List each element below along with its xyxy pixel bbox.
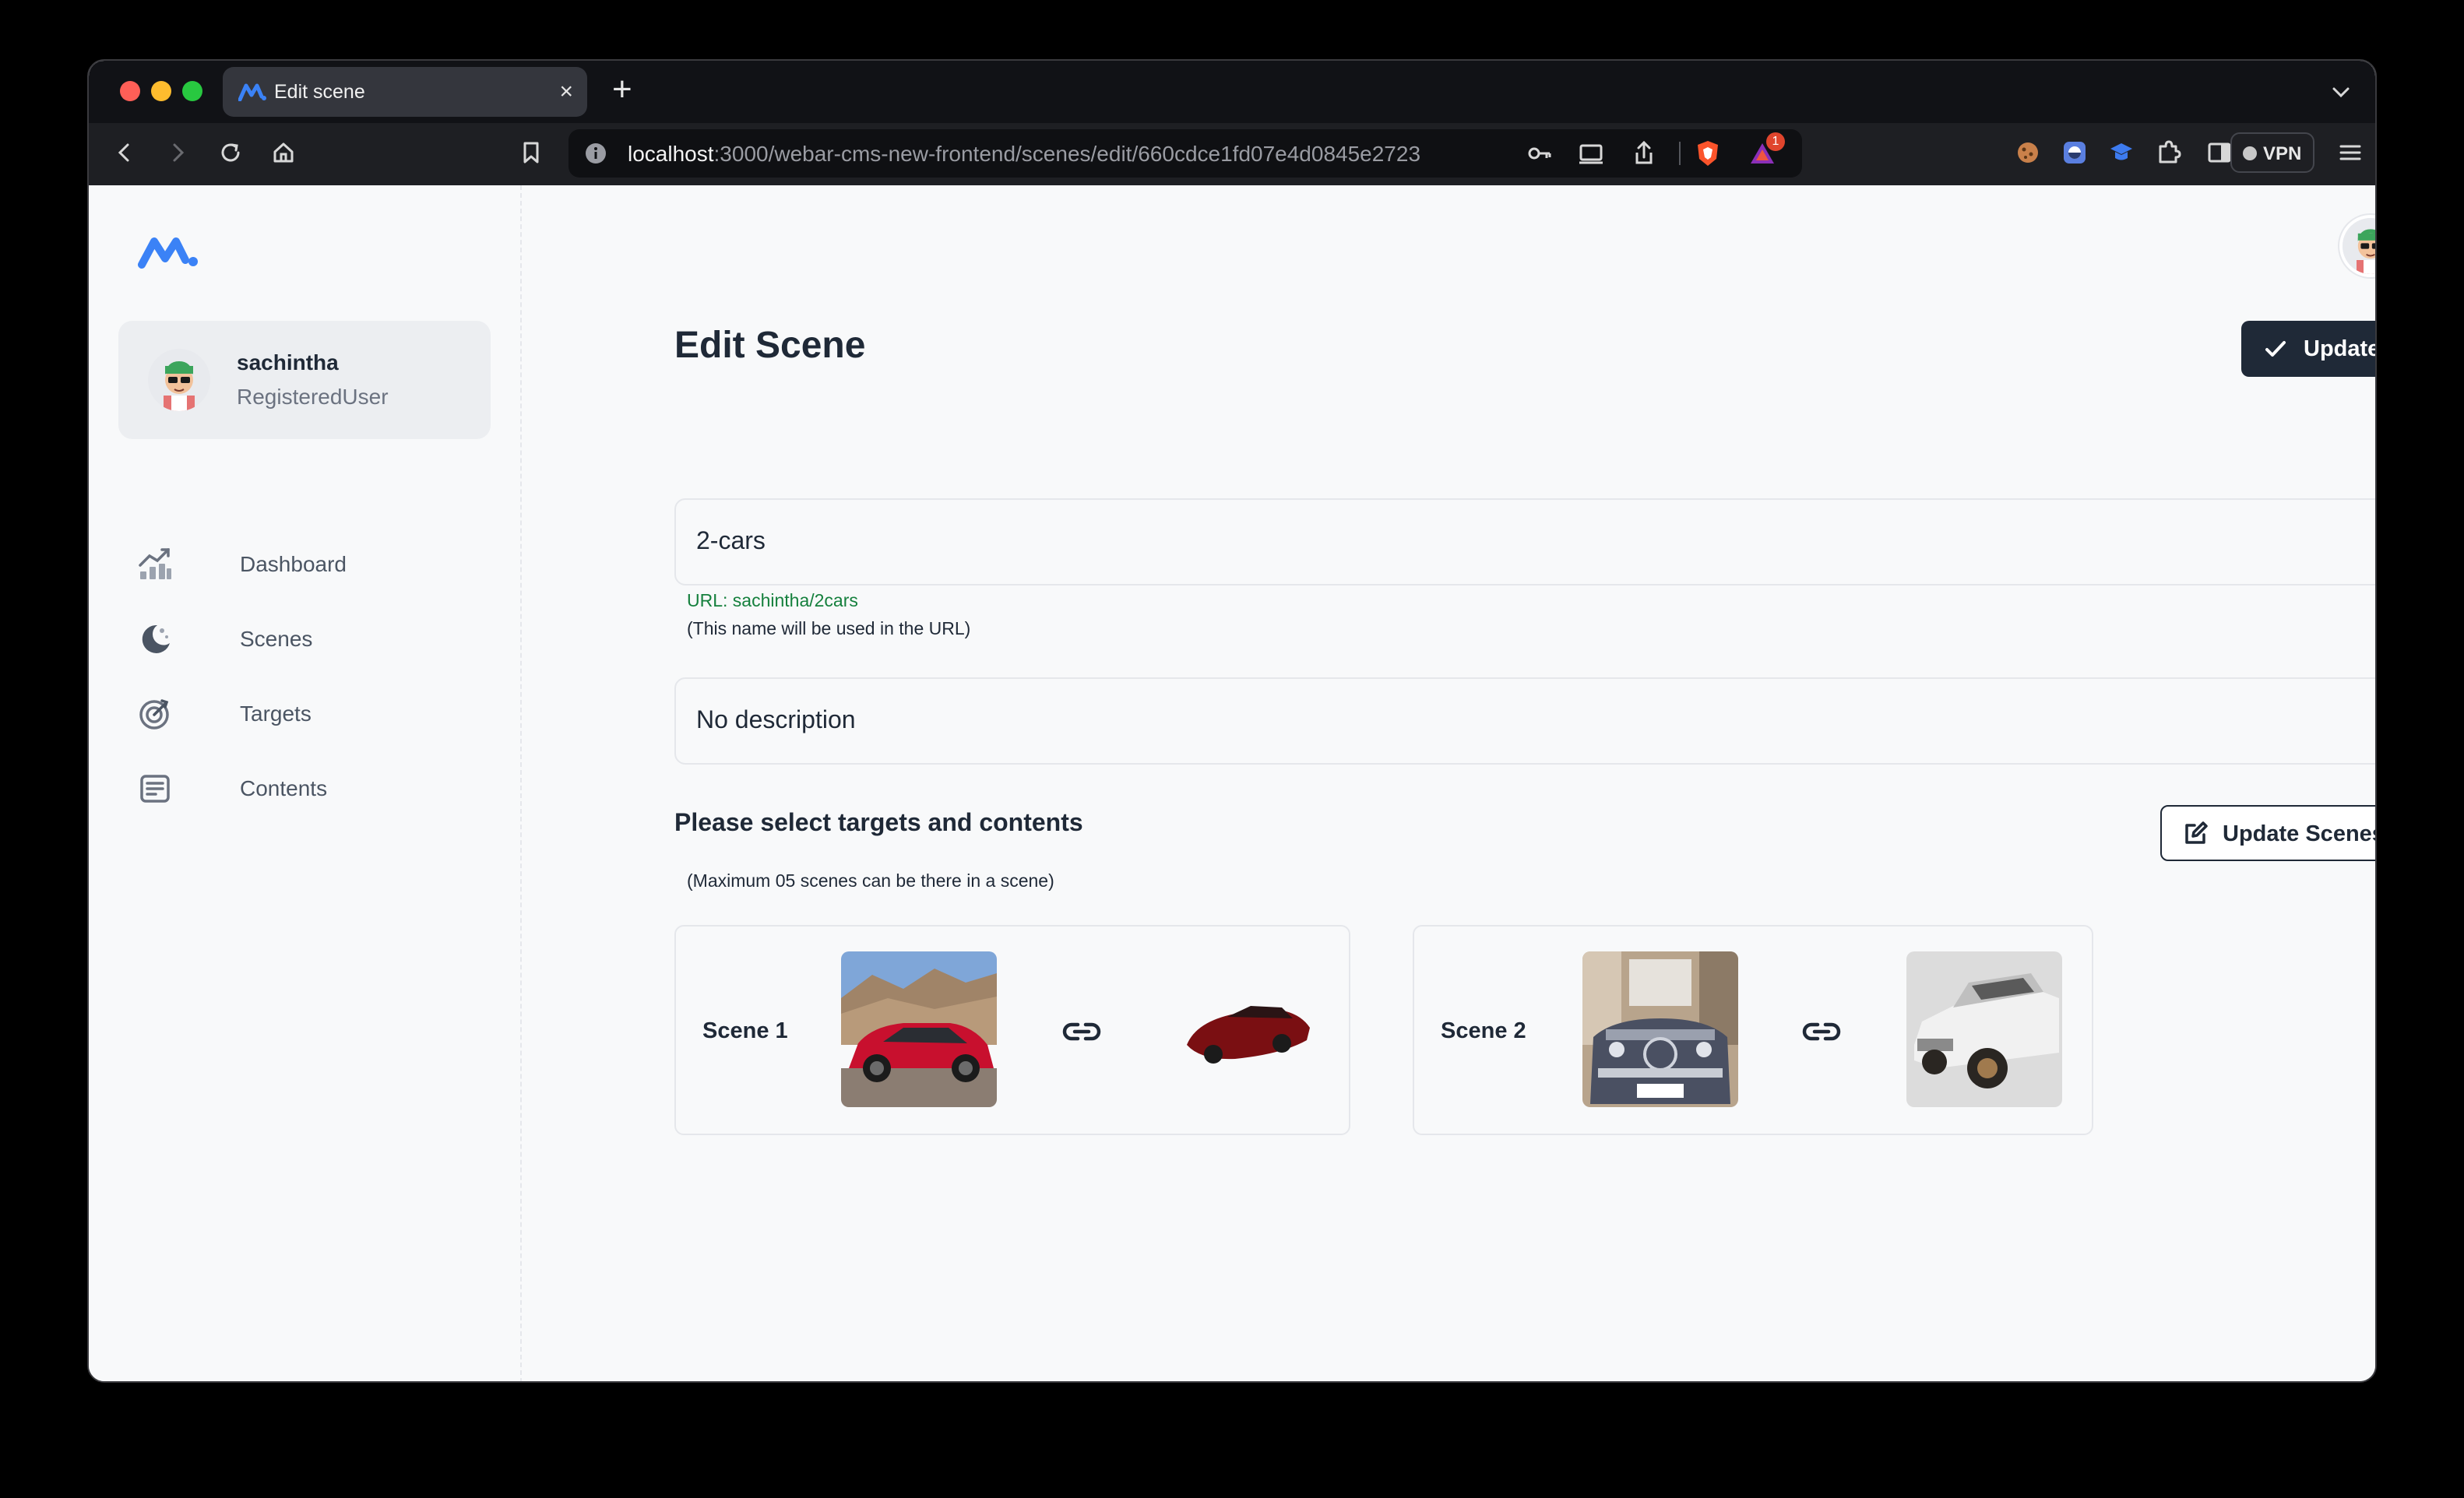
target-icon <box>139 699 169 730</box>
new-tab-button[interactable]: + <box>612 70 632 109</box>
url-divider <box>1679 142 1681 165</box>
sidebar-item-dashboard[interactable]: Dashboard <box>137 539 480 589</box>
app-page: sachintha RegisteredUser Dashboard Scene… <box>89 185 2377 1381</box>
update-scenes-button[interactable]: Update Scenes <box>2160 805 2377 861</box>
sidebar-item-targets[interactable]: Targets <box>137 688 480 738</box>
key-icon[interactable] <box>1525 139 1554 168</box>
back-icon[interactable] <box>109 137 140 168</box>
share-icon[interactable] <box>1629 139 1659 168</box>
home-icon[interactable] <box>268 137 299 168</box>
browser-window: Edit scene × + localhost:3000/webar-cms-… <box>87 59 2377 1383</box>
tab-title: Edit scene <box>274 81 365 103</box>
moon-icon <box>142 624 170 653</box>
vpn-label: VPN <box>2263 143 2302 164</box>
main-content: Edit Scene Update 2-cars URL: sachintha/… <box>523 185 2377 1381</box>
tab-close-icon[interactable]: × <box>559 78 573 106</box>
nav-label-contents: Contents <box>240 776 328 800</box>
sidebar: sachintha RegisteredUser Dashboard Scene… <box>89 185 522 1381</box>
minimize-window-button[interactable] <box>151 81 171 101</box>
close-window-button[interactable] <box>120 81 140 101</box>
graduation-cap-icon[interactable] <box>2106 137 2137 168</box>
scene-description-input[interactable]: No description <box>674 677 2375 765</box>
user-name: sachintha <box>237 350 339 374</box>
page-title: Edit Scene <box>674 325 866 366</box>
url-host: localhost <box>628 142 714 166</box>
update-button-label: Update <box>2304 336 2377 361</box>
vintage-convertible-photo-icon <box>1582 951 1738 1107</box>
tab-edit-scene[interactable]: Edit scene × <box>223 67 587 117</box>
edit-icon <box>2185 821 2208 844</box>
content-thumbnail[interactable] <box>1906 951 2062 1107</box>
tab-strip: Edit scene × + <box>89 61 2375 126</box>
site-info-icon[interactable] <box>584 142 607 165</box>
user-profile-card[interactable]: sachintha RegisteredUser <box>118 321 491 439</box>
target-thumbnail[interactable] <box>1582 951 1738 1107</box>
link-icon <box>1062 1022 1101 1041</box>
red-car-3d-model-icon <box>1165 951 1321 1107</box>
content-thumbnail[interactable] <box>1165 951 1321 1107</box>
url-path: :3000/webar-cms-new-frontend/scenes/edit… <box>713 142 1421 166</box>
browser-toolbar: localhost:3000/webar-cms-new-frontend/sc… <box>89 123 2375 185</box>
address-bar[interactable]: localhost:3000/webar-cms-new-frontend/sc… <box>568 129 1802 178</box>
scene-name-input[interactable]: 2-cars <box>674 498 2375 585</box>
sidebar-item-contents[interactable]: Contents <box>137 763 480 813</box>
url-text[interactable]: localhost:3000/webar-cms-new-frontend/sc… <box>628 142 1420 167</box>
link-icon <box>1802 1022 1841 1041</box>
update-button[interactable]: Update <box>2241 321 2377 377</box>
section-title: Please select targets and contents <box>674 808 1083 836</box>
scene-label: Scene 2 <box>1441 1018 1526 1043</box>
url-preview: URL: sachintha/2cars <box>687 590 858 610</box>
scene-label: Scene 1 <box>702 1018 788 1043</box>
check-icon <box>2265 341 2286 357</box>
bookmark-icon[interactable] <box>516 137 547 168</box>
wallet-extension-icon[interactable] <box>2059 137 2090 168</box>
target-thumbnail[interactable] <box>841 951 997 1107</box>
header-avatar[interactable] <box>2343 218 2375 274</box>
extensions-puzzle-icon[interactable] <box>2152 137 2184 168</box>
section-subtitle: (Maximum 05 scenes can be there in a sce… <box>687 870 1054 891</box>
site-logo-icon <box>238 83 266 101</box>
nav-label-scenes: Scenes <box>240 627 313 651</box>
user-role: RegisteredUser <box>237 385 389 409</box>
chart-icon <box>139 548 171 579</box>
maximize-window-button[interactable] <box>182 81 202 101</box>
avatar-illustration-icon <box>2343 218 2375 274</box>
cast-icon[interactable] <box>1576 139 1606 168</box>
sidebar-item-scenes[interactable]: Scenes <box>137 614 480 663</box>
brave-shield-icon[interactable] <box>1693 139 1723 168</box>
name-help-text: (This name will be used in the URL) <box>687 618 971 638</box>
nav-label-targets: Targets <box>240 702 312 726</box>
cookie-extension-icon[interactable] <box>2012 137 2043 168</box>
vpn-button[interactable]: VPN <box>2230 132 2314 173</box>
notification-badge: 1 <box>1766 132 1785 151</box>
avatar-illustration-icon <box>148 349 210 411</box>
scene-card-1[interactable]: Scene 1 <box>674 925 1350 1135</box>
scene-card-2[interactable]: Scene 2 <box>1413 925 2093 1135</box>
update-scenes-label: Update Scenes <box>2223 821 2377 846</box>
forward-icon[interactable] <box>162 137 193 168</box>
nav-label-dashboard: Dashboard <box>240 552 347 576</box>
red-coupe-photo-icon <box>841 951 997 1107</box>
chevron-down-icon[interactable] <box>2327 78 2355 106</box>
contents-icon <box>140 775 170 803</box>
brand-logo-icon[interactable] <box>137 235 199 269</box>
avatar <box>148 349 210 411</box>
reload-icon[interactable] <box>215 137 246 168</box>
vintage-sedan-3d-model-icon <box>1906 951 2062 1107</box>
vpn-status-icon <box>2243 146 2257 160</box>
menu-hamburger-icon[interactable] <box>2335 137 2366 168</box>
